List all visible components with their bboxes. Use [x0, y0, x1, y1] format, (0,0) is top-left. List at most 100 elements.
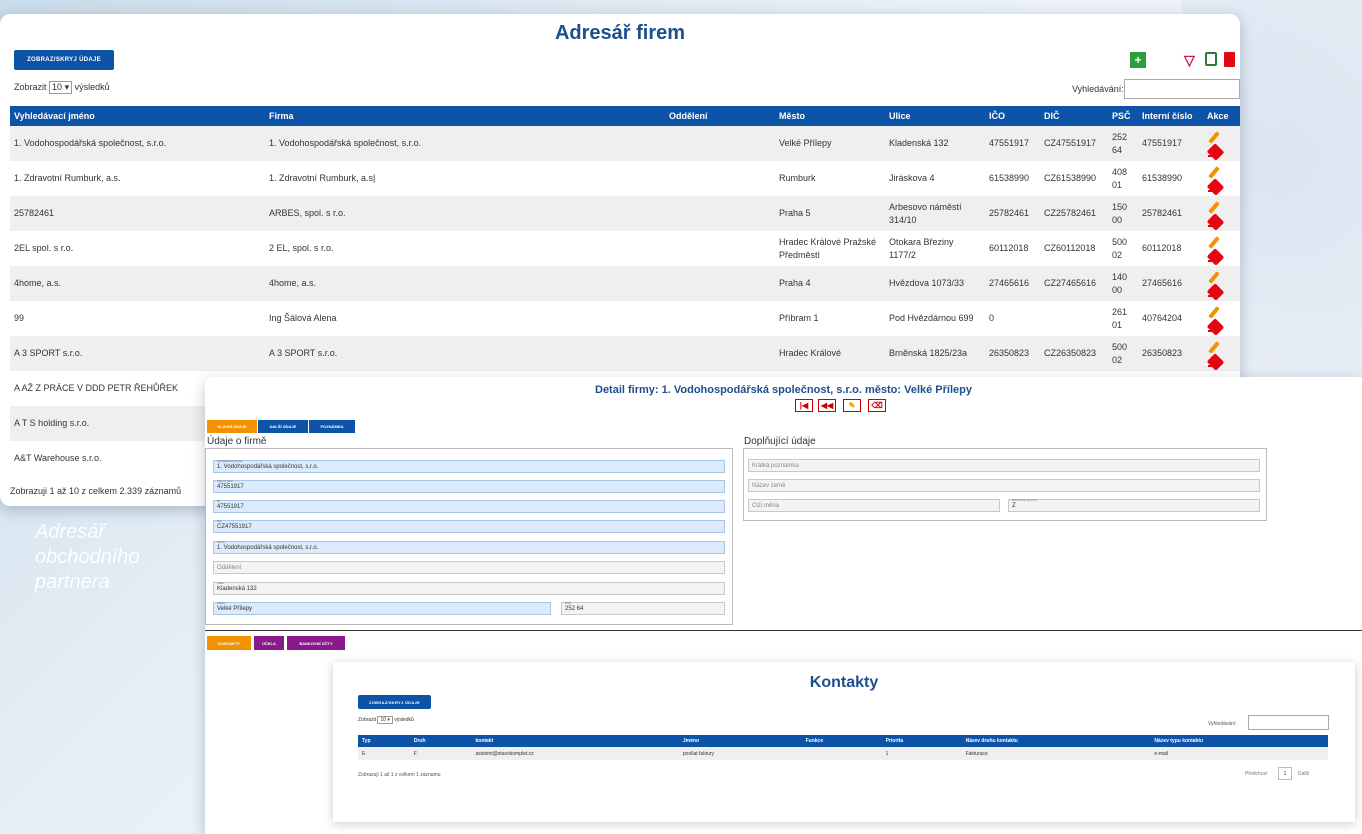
- table-cell: [801, 747, 882, 760]
- column-header[interactable]: kontakt: [471, 735, 679, 747]
- tab-more[interactable]: DALŠÍ ÚDAJE: [258, 420, 308, 433]
- table-cell: Příbram 1: [775, 301, 885, 336]
- table-cell: CZ25782461: [1040, 196, 1108, 231]
- table-cell: [1040, 301, 1108, 336]
- field-short-note[interactable]: Krátká poznámka: [748, 459, 1260, 472]
- prev-page-link[interactable]: Předchozí: [1245, 771, 1268, 777]
- column-header[interactable]: Ulice: [885, 106, 985, 126]
- prev-record-button[interactable]: ◀◀: [818, 399, 836, 412]
- filter-icon[interactable]: ▽: [1184, 52, 1195, 69]
- column-header[interactable]: PSČ: [1108, 106, 1138, 126]
- column-header[interactable]: Druh: [409, 735, 472, 747]
- field-ico[interactable]: IČ 47551917: [213, 499, 725, 513]
- field-placeholder: Cizí měna: [752, 503, 780, 509]
- contacts-toggle-button[interactable]: ZOBRAZ/SKRYJ ÚDAJE: [358, 695, 431, 709]
- eraser-icon[interactable]: [1207, 180, 1221, 192]
- caption-line-2: obchodního: [35, 546, 140, 568]
- save-icon[interactable]: [1205, 52, 1217, 66]
- table-cell: [665, 196, 775, 231]
- table-cell: [665, 126, 775, 161]
- purposes-button[interactable]: ÚČELA: [254, 636, 284, 650]
- table-cell: Praha 4: [775, 266, 885, 301]
- pencil-icon[interactable]: [1207, 131, 1221, 144]
- field-zip[interactable]: PSČ 252 64: [561, 601, 725, 615]
- tab-main[interactable]: HLAVNÍ ÚDAJE: [207, 420, 257, 433]
- eraser-icon[interactable]: [1207, 250, 1221, 262]
- pencil-icon[interactable]: [1207, 306, 1221, 319]
- field-label: Interní číslo: [217, 479, 233, 483]
- pencil-icon[interactable]: [1207, 201, 1221, 214]
- column-header[interactable]: Interní číslo: [1138, 106, 1203, 126]
- pencil-icon[interactable]: [1207, 271, 1221, 284]
- eraser-icon[interactable]: [1207, 355, 1221, 367]
- pencil-icon[interactable]: [1207, 341, 1221, 354]
- table-row[interactable]: 25782461 ARBES, spol. s r.o. Praha 5 Arbeso…: [10, 196, 1240, 231]
- column-header[interactable]: Název druhu kontaktu: [961, 735, 1151, 747]
- column-header[interactable]: Funkce: [801, 735, 882, 747]
- table-row[interactable]: 99 Ing Šálová Alena Příbram 1 Pod Hvězdárno…: [10, 301, 1240, 336]
- delete-record-button[interactable]: ⌫: [868, 399, 886, 412]
- pencil-icon[interactable]: [1207, 236, 1221, 249]
- field-company[interactable]: Firma 1. Vodohospodářská společnost, s.r.…: [213, 540, 725, 554]
- field-dic[interactable]: DIČ CZ47551917: [213, 519, 725, 533]
- eraser-icon[interactable]: [1207, 145, 1221, 157]
- bank-accounts-button[interactable]: BANKOVNÍ ÚČTY: [287, 636, 345, 650]
- field-currency[interactable]: Cizí měna: [748, 499, 1000, 512]
- page-size-value: 10: [52, 82, 63, 92]
- table-cell: Arbesovo náměstí 314/10: [885, 196, 985, 231]
- column-header[interactable]: Typ: [358, 735, 410, 747]
- column-header[interactable]: Firma: [265, 106, 665, 126]
- eraser-icon[interactable]: [1207, 215, 1221, 227]
- field-internal-number[interactable]: Interní číslo 47551917: [213, 479, 725, 493]
- column-header[interactable]: Název typu kontaktu: [1150, 735, 1328, 747]
- table-cell: 61538990: [1138, 161, 1203, 196]
- tab-note[interactable]: POZNÁMKA: [309, 420, 355, 433]
- edit-record-button[interactable]: ✎: [843, 399, 861, 412]
- column-header[interactable]: Město: [775, 106, 885, 126]
- eraser-icon[interactable]: [1207, 285, 1221, 297]
- table-cell: [665, 301, 775, 336]
- column-header[interactable]: IČO: [985, 106, 1040, 126]
- field-value: 1. Vodohospodářská společnost, s.r.o.: [217, 545, 319, 551]
- delete-icon[interactable]: [1224, 52, 1235, 67]
- column-header[interactable]: Priorita: [881, 735, 962, 747]
- field-city[interactable]: Město Velké Přílepy: [213, 601, 551, 615]
- toggle-details-button[interactable]: ZOBRAZ/SKRYJ ÚDAJE: [14, 50, 114, 70]
- contacts-button[interactable]: KONTAKTY: [207, 636, 251, 650]
- table-cell: 1: [881, 747, 962, 760]
- table-cell: 0: [985, 301, 1040, 336]
- table-cell: Kladenská 132: [885, 126, 985, 161]
- table-row[interactable]: A 3 SPORT s.r.o. A 3 SPORT s.r.o. Hradec K…: [10, 336, 1240, 371]
- pencil-icon[interactable]: [1207, 166, 1221, 179]
- table-row[interactable]: E Fasistent@stavokomplet.cz posílat faktur…: [358, 747, 1328, 760]
- table-cell: ARBES, spol. s r.o.: [265, 196, 665, 231]
- table-row[interactable]: 1. Zdravotní Rumburk, a.s. 1. Zdravotní R…: [10, 161, 1240, 196]
- page-number-button[interactable]: 1: [1278, 767, 1292, 780]
- field-department[interactable]: Oddělení: [213, 561, 725, 574]
- first-record-button[interactable]: |◀: [795, 399, 813, 412]
- row-actions: [1203, 196, 1240, 231]
- contacts-page-size-select[interactable]: 10 ▾: [377, 716, 393, 724]
- table-cell: 4home, a.s.: [265, 266, 665, 301]
- column-header[interactable]: Jméno: [678, 735, 802, 747]
- field-street[interactable]: Ulice Kladenská 132: [213, 581, 725, 595]
- field-search-name[interactable]: Vyhledávací jméno 1. Vodohospodářská spol…: [213, 459, 725, 473]
- table-row[interactable]: 1. Vodohospodářská společnost, s.r.o. 1. …: [10, 126, 1240, 161]
- field-company-type[interactable]: Druh firmy (Z,D,O) Z: [1008, 498, 1260, 512]
- column-header[interactable]: Oddělení: [665, 106, 775, 126]
- search-input[interactable]: [1124, 79, 1240, 99]
- field-country[interactable]: Název země: [748, 479, 1260, 492]
- field-value: 47551917: [217, 504, 244, 510]
- table-row[interactable]: 4home, a.s. 4home, a.s. Praha 4 Hvězdova 10…: [10, 266, 1240, 301]
- page-size-select[interactable]: 10 ▾: [49, 81, 73, 94]
- table-cell: 1. Zdravotní Rumburk, a.s.: [10, 161, 265, 196]
- add-icon[interactable]: +: [1130, 52, 1146, 68]
- column-header[interactable]: DIČ: [1040, 106, 1108, 126]
- table-row[interactable]: 2EL spol. s r.o. 2 EL, spol. s r.o. Hradec…: [10, 231, 1240, 266]
- eraser-icon[interactable]: [1207, 320, 1221, 332]
- column-header[interactable]: Vyhledávací jméno: [10, 106, 265, 126]
- next-page-link[interactable]: Další: [1298, 771, 1309, 777]
- column-header[interactable]: Akce: [1203, 106, 1240, 126]
- table-cell: Jiráskova 4: [885, 161, 985, 196]
- contacts-search-input[interactable]: [1248, 715, 1329, 730]
